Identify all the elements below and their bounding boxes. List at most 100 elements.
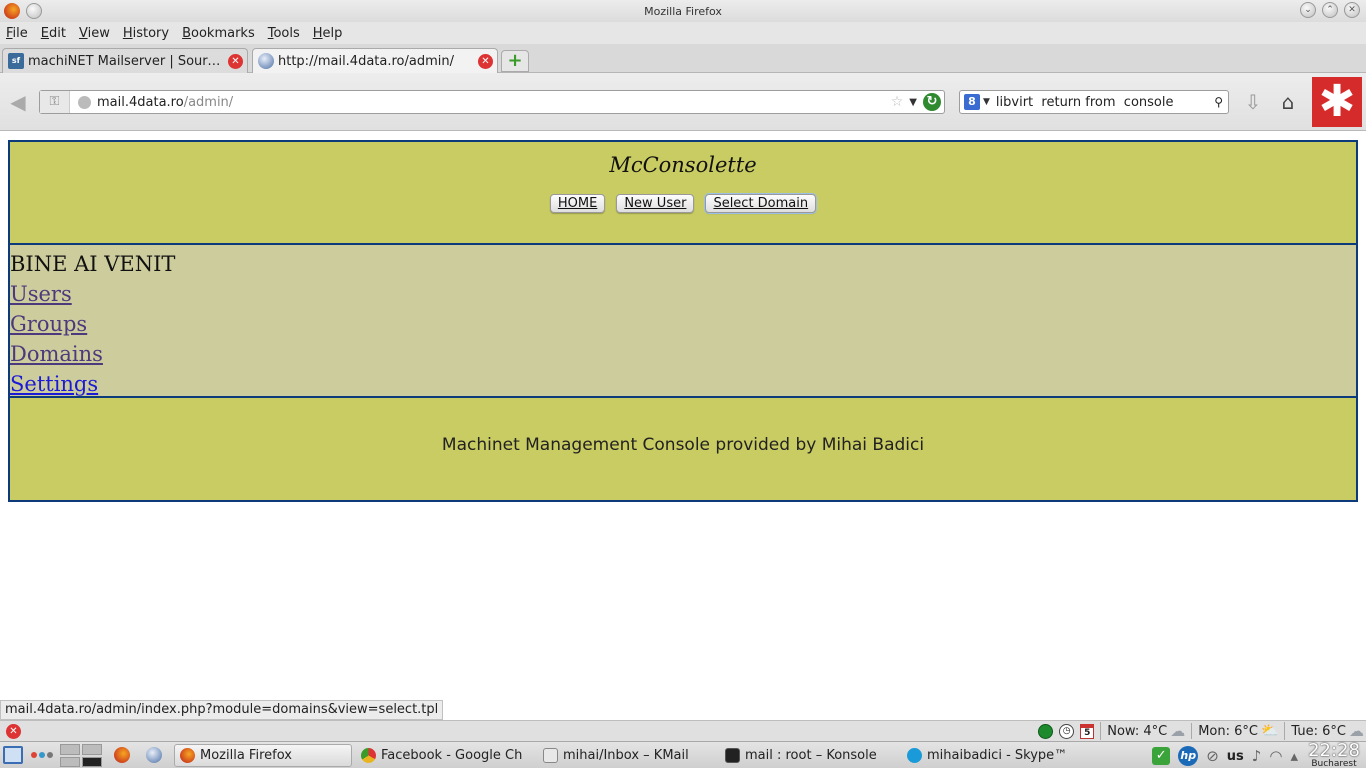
system-tray: ✓ hp ⊘ us ♪ ◠ ▴ 22:28 Bucharest [1152, 740, 1362, 768]
task-label: mail : root – Konsole [745, 748, 877, 763]
link-status-tooltip: mail.4data.ro/admin/index.php?module=dom… [0, 700, 444, 720]
task-label: mihai/Inbox – KMail [563, 748, 689, 763]
menu-view[interactable]: View [79, 26, 110, 41]
menu-help[interactable]: Help [313, 26, 343, 41]
task-chrome[interactable]: Facebook - Google Chr [356, 744, 522, 767]
chrome-icon [361, 748, 376, 763]
groups-link[interactable]: Groups [10, 309, 1356, 339]
firefox-launcher-icon[interactable] [114, 747, 130, 763]
header-panel: McConsolette HOME New User Select Domain [8, 140, 1358, 245]
home-button[interactable]: HOME [549, 194, 606, 213]
menu-edit[interactable]: Edit [41, 26, 66, 41]
back-arrow-icon[interactable]: ◀ [6, 91, 30, 113]
close-window-icon[interactable]: ✕ [1344, 2, 1360, 18]
reload-icon[interactable]: ↻ [923, 93, 941, 111]
weather-label: Now: 4°C [1107, 723, 1168, 739]
activities-icon[interactable] [31, 752, 53, 758]
url-path: /admin/ [183, 94, 234, 110]
checkmark-icon[interactable]: ✓ [1152, 747, 1171, 765]
search-engine-icon[interactable]: 8 [964, 94, 980, 110]
calendar-icon[interactable]: 5 [1080, 723, 1095, 739]
tab-label: machiNET Mailserver | Sourc... [28, 53, 224, 69]
weather-mon[interactable]: Mon: 6°C ⛅ [1191, 723, 1278, 739]
footer-text: Machinet Management Console provided by … [441, 435, 925, 455]
main-buttons: HOME New User Select Domain [10, 194, 1356, 213]
lastpass-asterisk-icon[interactable]: ✱ [1312, 77, 1362, 127]
taskbar: Mozilla Firefox Facebook - Google Chr mi… [0, 741, 1366, 768]
network-icon[interactable]: ⊘ [1206, 747, 1219, 765]
select-domain-button[interactable]: Select Domain [705, 194, 817, 213]
window-pin-icon[interactable] [26, 3, 42, 19]
menu-file[interactable]: File [6, 26, 28, 41]
clock-icon[interactable]: ◷ [1059, 723, 1075, 739]
task-skype[interactable]: mihaibadici - Skype™ [902, 744, 1078, 767]
domains-link[interactable]: Domains [10, 339, 1356, 369]
url-bar[interactable]: ⚿ mail.4data.ro/admin/ ☆ ▼ ↻ [39, 90, 945, 114]
volume-icon[interactable]: ♪ [1252, 747, 1262, 765]
menu-panel: BINE AI VENIT Users Groups Domains Setti… [8, 243, 1358, 398]
firefox-logo-icon[interactable] [4, 3, 20, 19]
status-green-icon[interactable] [1038, 723, 1054, 739]
weather-label: Tue: 6°C [1291, 723, 1346, 739]
globe-icon [258, 53, 274, 69]
close-tab-icon[interactable]: ✕ [478, 53, 493, 69]
close-tab-icon[interactable]: ✕ [228, 53, 243, 69]
task-konsole[interactable]: mail : root – Konsole [720, 744, 890, 767]
tab-label: http://mail.4data.ro/admin/ [278, 53, 455, 69]
terminal-icon [725, 748, 740, 763]
task-firefox[interactable]: Mozilla Firefox [174, 744, 352, 767]
keyboard-layout[interactable]: us [1227, 749, 1244, 764]
weather-now[interactable]: Now: 4°C ☁ [1100, 722, 1185, 740]
settings-link[interactable]: Settings [10, 369, 1356, 399]
mail-envelope-icon [543, 748, 558, 763]
task-label: Mozilla Firefox [200, 748, 292, 763]
footer-panel: Machinet Management Console provided by … [8, 396, 1358, 502]
clock[interactable]: 22:28 Bucharest [1306, 740, 1362, 768]
weather-label: Mon: 6°C [1198, 723, 1258, 739]
menu-bar: File Edit View History Bookmarks Tools H… [0, 22, 1366, 44]
tab-admin[interactable]: http://mail.4data.ro/admin/ ✕ [252, 48, 498, 73]
sourceforge-icon: sf [8, 53, 24, 69]
menu-history[interactable]: History [123, 26, 169, 41]
site-globe-icon [78, 95, 91, 109]
search-bar[interactable]: 8 ▼ libvirt return from console ⚲ [959, 90, 1229, 114]
download-arrow-icon[interactable]: ⇩ [1242, 91, 1264, 113]
menu-bookmarks[interactable]: Bookmarks [182, 26, 255, 41]
cloud-icon: ☁ [1170, 722, 1186, 740]
menu-tools[interactable]: Tools [268, 26, 300, 41]
application-menu-icon[interactable] [3, 746, 23, 764]
task-kmail[interactable]: mihai/Inbox – KMail [538, 744, 708, 767]
tab-bar: sf machiNET Mailserver | Sourc... ✕ http… [0, 44, 1366, 73]
maximize-icon[interactable]: ⌃ [1322, 2, 1338, 18]
tab-machinet[interactable]: sf machiNET Mailserver | Sourc... ✕ [2, 48, 248, 73]
clock-time: 22:28 [1308, 740, 1360, 761]
addon-bar: ✕ ◷ 5 Now: 4°C ☁ Mon: 6°C ⛅ Tue: 6°C ☁ [0, 720, 1366, 741]
clock-city: Bucharest [1311, 759, 1357, 768]
identity-key-icon[interactable]: ⚿ [40, 91, 70, 113]
search-engine-dropdown-icon[interactable]: ▼ [983, 97, 990, 107]
weather-tue[interactable]: Tue: 6°C ☁ [1284, 722, 1364, 740]
binoculars-icon[interactable]: ⚲ [1214, 95, 1223, 109]
new-tab-button[interactable]: + [501, 50, 529, 72]
new-user-button[interactable]: New User [616, 194, 695, 213]
close-addon-bar-icon[interactable]: ✕ [6, 723, 21, 739]
sun-cloud-icon: ⛅ [1260, 723, 1279, 739]
users-link[interactable]: Users [10, 279, 1356, 309]
bookmark-star-icon[interactable]: ☆ [891, 94, 904, 110]
minimize-icon[interactable]: ⌄ [1300, 2, 1316, 18]
search-input[interactable]: libvirt return from console [996, 95, 1214, 110]
task-label: Facebook - Google Chr [381, 748, 522, 763]
welcome-text: BINE AI VENIT [10, 252, 176, 276]
desktop-pager[interactable] [60, 744, 102, 767]
wifi-icon[interactable]: ◠ [1269, 747, 1282, 765]
url-dropdown-icon[interactable]: ▼ [909, 97, 917, 108]
home-icon[interactable]: ⌂ [1277, 91, 1299, 113]
tray-expand-icon[interactable]: ▴ [1290, 747, 1298, 765]
cloud-icon: ☁ [1349, 722, 1364, 740]
hp-icon[interactable]: hp [1178, 746, 1199, 766]
skype-icon [907, 748, 922, 763]
task-label: mihaibadici - Skype™ [927, 748, 1068, 763]
firefox-icon [180, 748, 195, 763]
navigation-toolbar: ◀ ⚿ mail.4data.ro/admin/ ☆ ▼ ↻ 8 ▼ libvi… [0, 73, 1366, 131]
browser-launcher-icon[interactable] [146, 747, 162, 763]
